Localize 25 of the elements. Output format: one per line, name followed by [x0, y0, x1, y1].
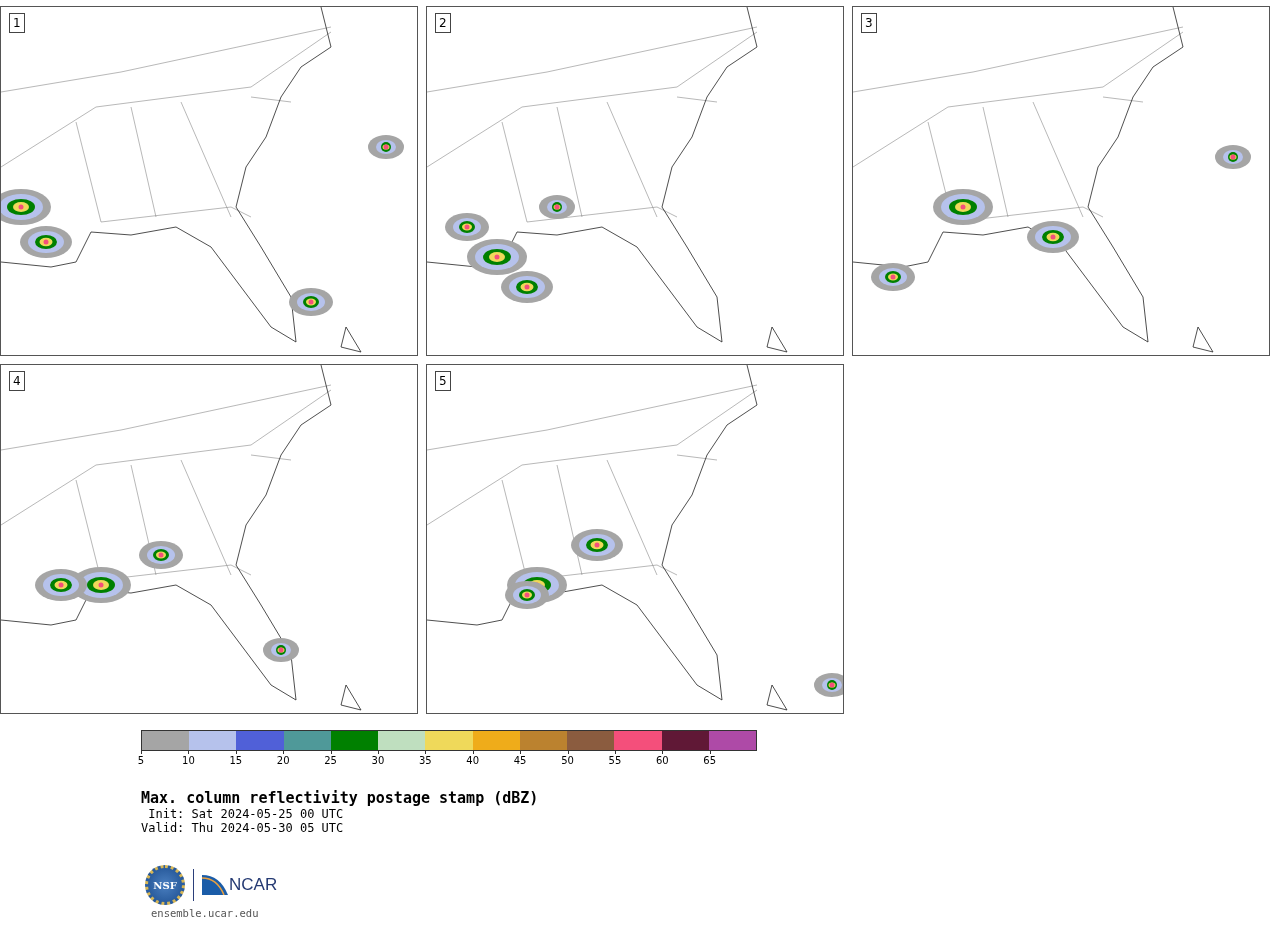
- scale-tick-label: 25: [324, 755, 337, 766]
- scale-tick-label: 20: [276, 755, 290, 766]
- logo-wordmark: NCAR: [229, 875, 278, 895]
- swoosh-logo-icon: [202, 875, 228, 895]
- chart-title: Max. column reflectivity postage stamp (dBZ): [141, 789, 540, 807]
- website-url: ensemble.ucar.edu: [151, 907, 260, 919]
- scale-tick-label: 10: [182, 755, 195, 766]
- scale-tick-label: 55: [608, 755, 622, 766]
- panel-number: 4: [9, 371, 25, 391]
- scale-tick-label: 35: [419, 755, 432, 766]
- scale-tick-label: 50: [561, 755, 574, 766]
- panel-number: 3: [861, 13, 877, 33]
- scale-tick-label: 30: [371, 755, 385, 766]
- panel-number: 2: [435, 13, 451, 33]
- scale-tick-label: 15: [229, 755, 243, 766]
- init-time: Init: Sat 2024-05-25 00 UTC: [147, 807, 345, 821]
- valid-time: Valid: Thu 2024-05-30 05 UTC: [141, 821, 345, 835]
- scale-tick-label: 40: [466, 755, 480, 766]
- scale-tick-label: 5: [137, 755, 145, 766]
- panel-number: 5: [435, 371, 451, 391]
- scale-tick-label: 45: [513, 755, 527, 766]
- panel-number: 1: [9, 13, 25, 33]
- seal-logo: NSF: [145, 865, 185, 905]
- scale-tick-label: 65: [703, 755, 717, 766]
- scale-tick-label: 60: [655, 755, 669, 766]
